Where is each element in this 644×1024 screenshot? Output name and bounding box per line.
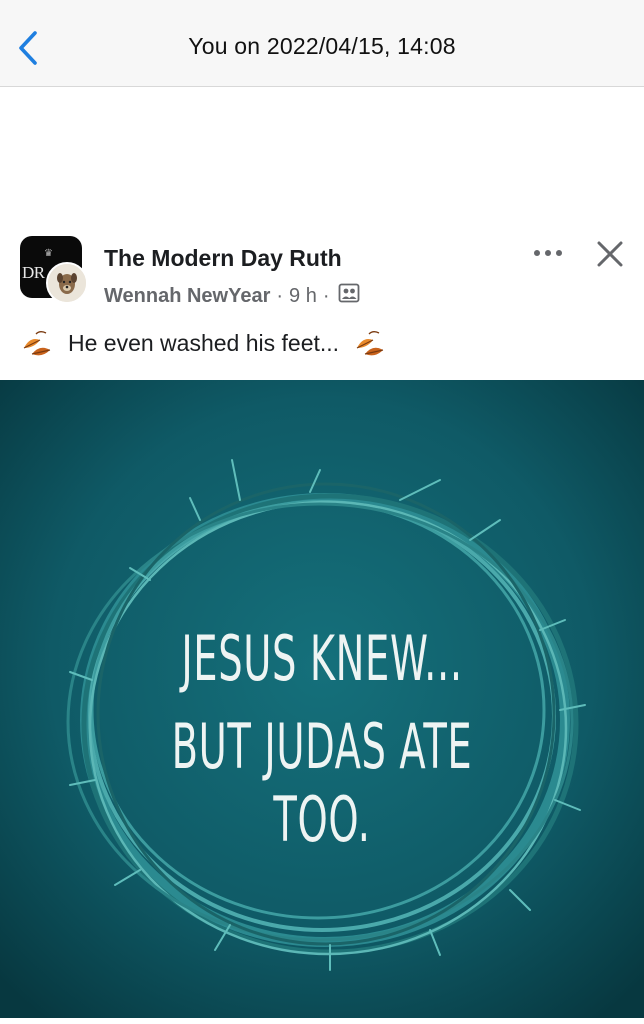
caption-text: He even washed his feet... xyxy=(68,329,340,356)
post-header: ♛ DR The Modern Day Ruth Wennah NewYear … xyxy=(0,230,644,310)
close-icon xyxy=(597,241,623,267)
meta-separator-2: · xyxy=(322,284,330,307)
fallen-leaf-icon xyxy=(20,326,54,360)
crown-icon: ♛ xyxy=(44,248,53,259)
conversation-header: You on 2022/04/15, 14:08 xyxy=(0,0,644,87)
page-avatar-logo: DR xyxy=(22,263,45,282)
meta-separator: · xyxy=(276,284,284,307)
more-options-button[interactable] xyxy=(528,238,568,268)
image-text-line1: JESUS KNEW... xyxy=(181,622,463,695)
header-title: You on 2022/04/15, 14:08 xyxy=(188,33,456,59)
post-time[interactable]: 9 h xyxy=(289,285,317,308)
image-text-line2: BUT JUDAS ATE TOO. xyxy=(171,710,473,856)
more-dots-icon xyxy=(534,250,562,256)
post-caption: He even washed his feet... xyxy=(20,326,387,360)
author-name-link[interactable]: Wennah NewYear xyxy=(104,285,270,308)
crown-of-thorns-image xyxy=(0,380,644,1018)
dog-avatar-image xyxy=(48,264,86,302)
post-meta: Wennah NewYear · 9 h · xyxy=(104,282,360,310)
friends-audience-icon xyxy=(338,282,360,310)
post-image[interactable]: JESUS KNEW... BUT JUDAS ATE TOO. xyxy=(0,380,644,1018)
fallen-leaf-icon-end xyxy=(353,326,387,360)
close-post-button[interactable] xyxy=(590,234,630,274)
page-name-link[interactable]: The Modern Day Ruth xyxy=(104,245,342,272)
user-avatar[interactable] xyxy=(46,262,88,304)
